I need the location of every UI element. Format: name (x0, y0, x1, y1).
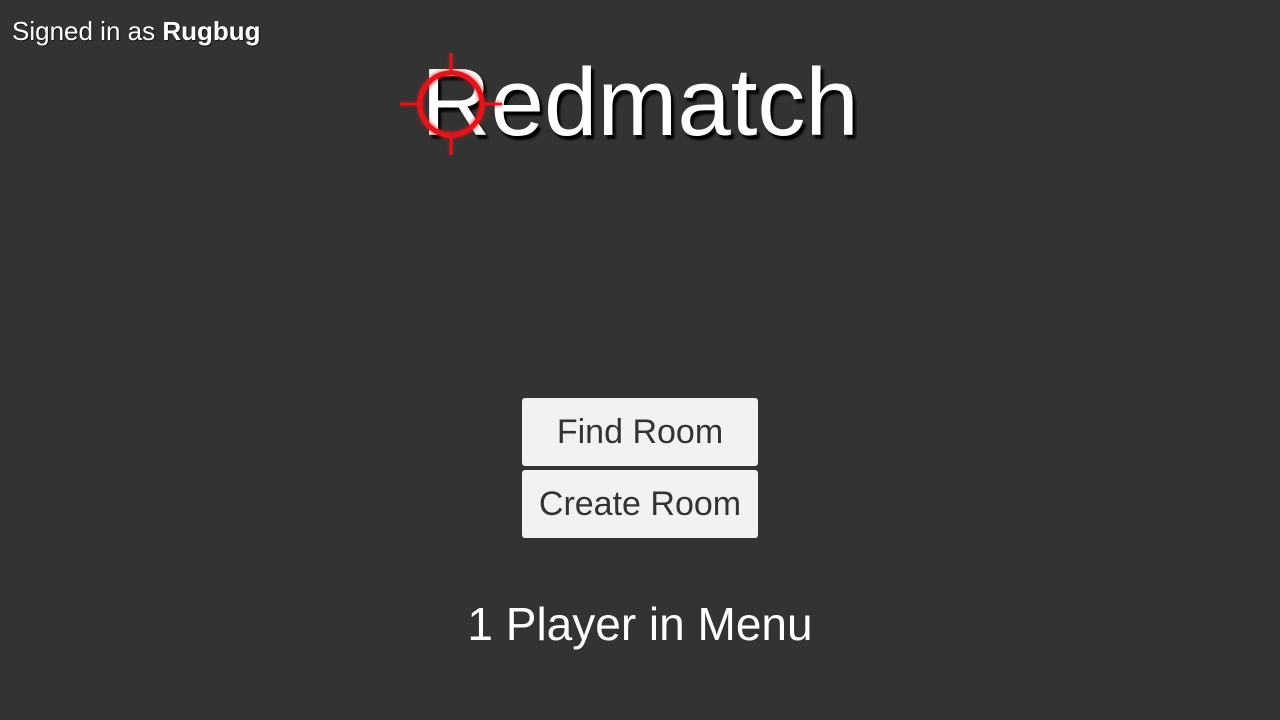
player-count: 1 Player in Menu (467, 598, 813, 650)
signed-in-status: Signed in as Rugbug (12, 14, 261, 48)
game-title: Redmatch (421, 49, 859, 156)
username: Rugbug (162, 16, 261, 46)
game-logo: Redmatch (0, 48, 1280, 168)
signed-in-prefix: Signed in as (12, 16, 156, 46)
create-room-button[interactable]: Create Room (522, 470, 758, 538)
logo-container: Redmatch (399, 48, 859, 158)
find-room-button[interactable]: Find Room (522, 398, 758, 466)
main-menu: Find Room Create Room (522, 398, 758, 542)
